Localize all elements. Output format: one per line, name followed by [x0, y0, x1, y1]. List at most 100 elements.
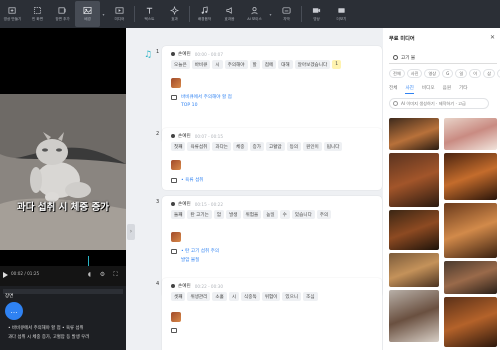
- speaker-name[interactable]: 손예린: [178, 133, 191, 139]
- word-chip[interactable]: 둘째: [171, 210, 186, 219]
- filter-chip[interactable]: 이: [469, 69, 482, 78]
- filter-chip[interactable]: 영상: [424, 69, 441, 78]
- word-chip[interactable]: 주의: [316, 210, 332, 219]
- tab-other[interactable]: 기타: [459, 85, 467, 94]
- word-chip[interactable]: 있으니: [282, 292, 302, 301]
- filter-chip[interactable]: 전체: [389, 69, 405, 78]
- video-preview-frame[interactable]: [0, 94, 126, 250]
- word-chip[interactable]: 첫째: [171, 142, 186, 151]
- media-thumbnail[interactable]: [389, 290, 439, 342]
- toolbar-text-button[interactable]: 텍스트: [137, 1, 162, 27]
- media-thumbnail[interactable]: [444, 203, 497, 258]
- word-chip[interactable]: 있습니다: [291, 210, 315, 219]
- word-chip[interactable]: 점에: [261, 60, 277, 69]
- media-search-input[interactable]: 고기 불: [389, 52, 497, 64]
- word-chip[interactable]: 위생관리: [187, 292, 211, 301]
- toolbar-more-button[interactable]: 더보기: [329, 1, 354, 27]
- word-chip[interactable]: 셋째: [171, 292, 186, 301]
- word-chip[interactable]: 할: [249, 60, 260, 69]
- media-subtitle[interactable]: 발암 물질: [181, 257, 199, 263]
- media-thumbnail[interactable]: [444, 153, 497, 200]
- word-chip[interactable]: 시: [228, 292, 240, 301]
- media-thumbnail[interactable]: [389, 153, 439, 207]
- media-thumbnail[interactable]: [389, 210, 439, 250]
- word-chip[interactable]: 위험이: [261, 292, 281, 301]
- toolbar-background-button[interactable]: 배경: [75, 1, 100, 27]
- media-thumbnail[interactable]: [389, 118, 439, 150]
- ai-image-filter[interactable]: AI 이미지 생성하기 · 제작하기 · 고급: [389, 98, 489, 109]
- toolbar-voice-button[interactable]: AI 보이스: [242, 1, 267, 27]
- filter-chip[interactable]: 사진: [406, 69, 423, 78]
- filter-chip[interactable]: 삼: [483, 69, 495, 78]
- word-chip[interactable]: 고혈압: [265, 142, 285, 151]
- tab-audio[interactable]: 음원: [443, 85, 451, 94]
- word-chip[interactable]: 위험을: [242, 210, 262, 219]
- tab-photo[interactable]: 사진: [405, 85, 414, 94]
- toolbar-media-button[interactable]: 미디어: [107, 1, 132, 27]
- filter-chip[interactable]: 일: [455, 69, 468, 78]
- word-chip[interactable]: 탄 고기는: [187, 210, 212, 219]
- word-chip[interactable]: 소홀: [212, 292, 227, 301]
- word-chip[interactable]: 바비큐: [191, 60, 211, 69]
- word-chip-highlighted[interactable]: 1: [332, 60, 342, 69]
- word-chip[interactable]: 식중독: [241, 292, 260, 301]
- playhead[interactable]: [88, 256, 89, 266]
- word-chip[interactable]: 수: [279, 210, 290, 219]
- scene-thumbnail[interactable]: [171, 78, 181, 88]
- collapse-panel-button[interactable]: ›: [127, 224, 135, 240]
- media-thumbnail[interactable]: [389, 253, 439, 287]
- timeline-track[interactable]: [3, 289, 123, 294]
- word-chip[interactable]: 육류섭취: [187, 142, 211, 151]
- speaker-name[interactable]: 손예린: [178, 283, 191, 289]
- chevron-down-icon[interactable]: ▾: [267, 1, 274, 27]
- toolbar-film-button[interactable]: 영상: [304, 1, 329, 27]
- scene-card[interactable]: 4 손예린 00:22 - 00:30 셋째 위생관리 소홀 시 식중독 위험이…: [156, 278, 382, 350]
- chevron-down-icon[interactable]: ▾: [100, 1, 107, 27]
- word-chip[interactable]: 오늘은: [171, 60, 190, 69]
- media-title[interactable]: • 탄 고기 섭취 주의: [181, 248, 219, 254]
- tab-all[interactable]: 전체: [389, 85, 397, 94]
- chat-bubble-icon[interactable]: …: [5, 302, 23, 320]
- scene-thumbnail[interactable]: [171, 312, 181, 322]
- scene-card[interactable]: 2 손예린 00:07 - 00:15 첫째 육류섭취 과다는 체중 증가 고혈…: [156, 128, 382, 190]
- toolbar-effects-button[interactable]: 효과: [162, 1, 187, 27]
- word-chip[interactable]: 증가: [249, 142, 264, 151]
- word-chip[interactable]: 발생: [226, 210, 241, 219]
- word-chip[interactable]: 주의해야: [224, 60, 248, 69]
- media-thumbnail[interactable]: [444, 118, 497, 150]
- word-chip[interactable]: 알아보겠습니다: [294, 60, 331, 69]
- tab-video[interactable]: 비디오: [422, 85, 435, 94]
- toolbar-bgm-button[interactable]: 배경음악: [192, 1, 217, 27]
- word-chip[interactable]: 등의: [286, 142, 302, 151]
- word-chip[interactable]: 높일: [263, 210, 278, 219]
- scene-thumbnail[interactable]: [171, 232, 181, 242]
- word-chip[interactable]: 됩니다: [323, 142, 343, 151]
- toolbar-add-scene-button[interactable]: 장면 추가: [50, 1, 75, 27]
- speaker-name[interactable]: 손예린: [178, 201, 191, 207]
- word-chip[interactable]: 대해: [278, 60, 293, 69]
- word-chip[interactable]: 원인이: [303, 142, 322, 151]
- word-chip[interactable]: 암: [213, 210, 225, 219]
- word-chip[interactable]: 시: [212, 60, 223, 69]
- filter-chip[interactable]: G: [442, 69, 454, 78]
- fullscreen-icon[interactable]: ⛶: [112, 271, 119, 278]
- toolbar-sfx-button[interactable]: 효과음: [217, 1, 242, 27]
- toolbar-blank-screen-button[interactable]: 빈 화면: [25, 1, 50, 27]
- media-thumbnail[interactable]: [444, 297, 497, 347]
- volume-icon[interactable]: ◖: [86, 271, 93, 278]
- media-thumbnail[interactable]: [444, 261, 497, 294]
- close-icon[interactable]: ✕: [490, 34, 495, 41]
- speaker-name[interactable]: 손예린: [178, 51, 191, 57]
- word-chip[interactable]: 과다는: [212, 142, 232, 151]
- toolbar-caption-button[interactable]: 자막: [274, 1, 299, 27]
- word-chip[interactable]: 조심: [303, 292, 318, 301]
- toolbar-create-video-button[interactable]: 영상 만들기: [0, 1, 25, 27]
- play-icon[interactable]: [3, 272, 8, 278]
- settings-icon[interactable]: ⚙: [99, 271, 106, 278]
- media-title[interactable]: 바비큐에서 주의해야 할 점: [181, 94, 232, 100]
- music-note-icon[interactable]: ♫: [144, 50, 152, 60]
- word-chip[interactable]: 체중: [233, 142, 248, 151]
- scene-thumbnail[interactable]: [171, 160, 181, 170]
- media-subtitle[interactable]: TOP 10: [181, 103, 198, 108]
- media-title[interactable]: • 육류 섭취: [181, 177, 204, 183]
